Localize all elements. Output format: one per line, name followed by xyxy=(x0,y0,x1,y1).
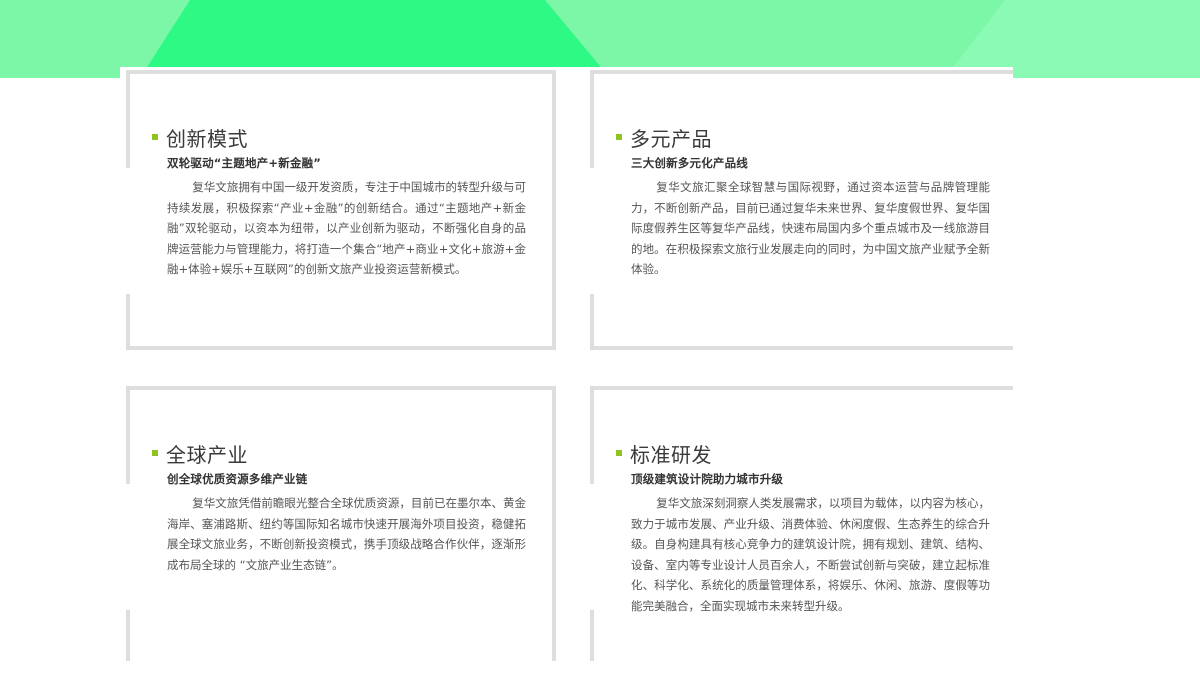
card-body: 复华文旅汇聚全球智慧与国际视野，通过资本运营与品牌管理能力，不断创新产品，目前已… xyxy=(631,180,990,276)
card-heading: 多元产品 xyxy=(616,124,990,151)
card-frame-right xyxy=(552,386,556,661)
card-frame-top xyxy=(590,386,1013,390)
card-title: 标准研发 xyxy=(630,442,712,467)
card-frame-left-upper xyxy=(126,70,130,168)
card-diverse-products: 多元产品 三大创新多元化产品线 复华文旅汇聚全球智慧与国际视野，通过资本运营与品… xyxy=(590,70,1013,350)
card-title: 全球产业 xyxy=(166,442,248,467)
card-content: 创新模式 双轮驱动“主题地产+新金融” 复华文旅拥有中国一级开发资质，专注于中国… xyxy=(152,124,526,280)
square-bullet-icon xyxy=(152,134,158,140)
card-subtitle: 三大创新多元化产品线 xyxy=(631,156,748,170)
card-subtitle: 创全球优质资源多维产业链 xyxy=(167,472,308,486)
card-standard-rnd: 标准研发 顶级建筑设计院助力城市升级 复华文旅深刻洞察人类发展需求，以项目为载体… xyxy=(590,386,1013,661)
card-body: 复华文旅深刻洞察人类发展需求，以项目为载体，以内容为核心，致力于城市发展、产业升… xyxy=(631,496,990,613)
card-title: 多元产品 xyxy=(630,126,712,151)
card-heading: 标准研发 xyxy=(616,440,990,467)
square-bullet-icon xyxy=(616,450,622,456)
card-frame-right xyxy=(552,70,556,350)
card-body: 复华文旅凭借前瞻眼光整合全球优质资源，目前已在墨尔本、黄金海岸、塞浦路斯、纽约等… xyxy=(167,496,526,572)
card-frame-left-lower xyxy=(126,294,130,350)
card-content: 标准研发 顶级建筑设计院助力城市升级 复华文旅深刻洞察人类发展需求，以项目为载体… xyxy=(616,440,990,616)
card-frame-left-upper xyxy=(126,386,130,484)
card-frame-left-lower xyxy=(126,610,130,661)
card-body: 复华文旅拥有中国一级开发资质，专注于中国城市的转型升级与可持续发展，积极探索“产… xyxy=(167,180,526,276)
card-frame-left-lower xyxy=(590,294,594,350)
card-innovation-model: 创新模式 双轮驱动“主题地产+新金融” 复华文旅拥有中国一级开发资质，专注于中国… xyxy=(126,70,556,350)
card-content: 全球产业 创全球优质资源多维产业链 复华文旅凭借前瞻眼光整合全球优质资源，目前已… xyxy=(152,440,526,575)
card-frame-top xyxy=(126,386,556,390)
card-subtitle: 双轮驱动“主题地产+新金融” xyxy=(167,156,322,170)
card-frame-top xyxy=(590,70,1013,74)
card-content: 多元产品 三大创新多元化产品线 复华文旅汇聚全球智慧与国际视野，通过资本运营与品… xyxy=(616,124,990,280)
card-frame-left-upper xyxy=(590,70,594,168)
card-subtitle: 顶级建筑设计院助力城市升级 xyxy=(631,472,784,486)
card-frame-top xyxy=(126,70,556,74)
card-frame-left-lower xyxy=(590,610,594,661)
card-heading: 全球产业 xyxy=(152,440,526,467)
card-frame-bottom xyxy=(126,346,556,350)
card-frame-bottom xyxy=(590,346,1013,350)
card-frame-left-upper xyxy=(590,386,594,484)
square-bullet-icon xyxy=(616,134,622,140)
card-heading: 创新模式 xyxy=(152,124,526,151)
square-bullet-icon xyxy=(152,450,158,456)
card-global-industry: 全球产业 创全球优质资源多维产业链 复华文旅凭借前瞻眼光整合全球优质资源，目前已… xyxy=(126,386,556,661)
card-title: 创新模式 xyxy=(166,126,248,151)
